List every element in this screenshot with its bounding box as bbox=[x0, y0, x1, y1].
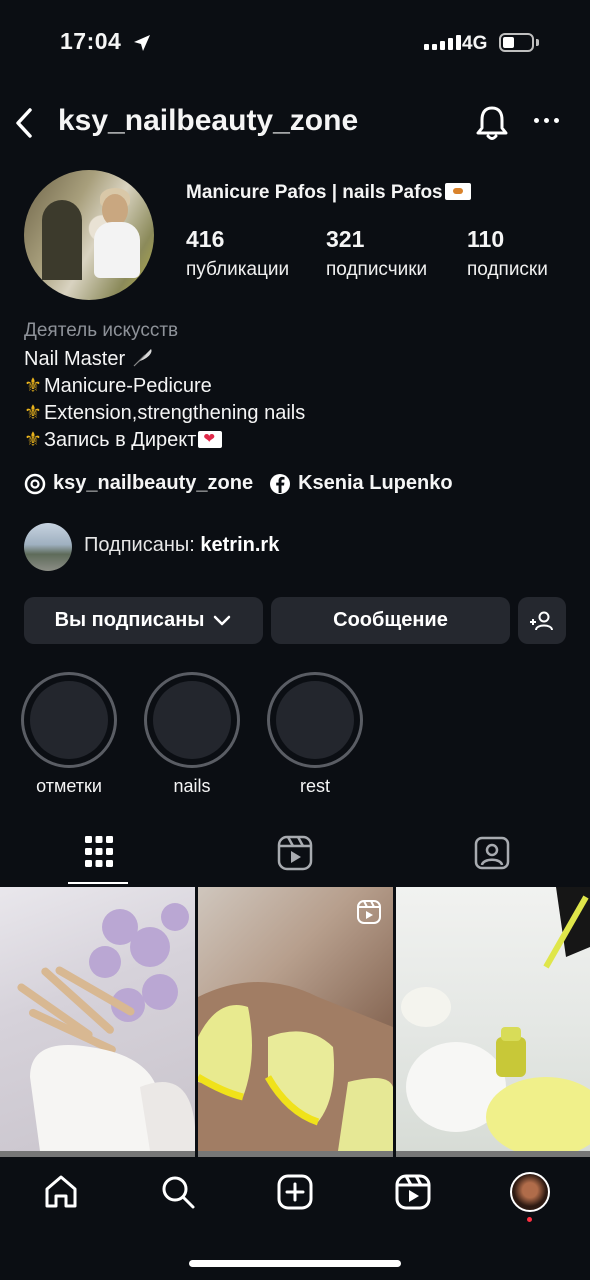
posts-count: 416 bbox=[186, 226, 225, 252]
highlight-item[interactable]: rest bbox=[267, 672, 363, 797]
grid-tab-icon[interactable] bbox=[84, 835, 114, 869]
threads-link[interactable]: ksy_nailbeauty_zone bbox=[53, 472, 253, 495]
posts-label: публикации bbox=[186, 259, 290, 280]
profile-nav-avatar[interactable] bbox=[510, 1172, 550, 1212]
display-name: Manicure Pafos | nails Pafos bbox=[186, 182, 471, 204]
tagged-tab-icon[interactable] bbox=[474, 835, 510, 871]
active-tab-indicator bbox=[68, 882, 128, 884]
message-button[interactable]: Сообщение bbox=[271, 597, 510, 644]
mutual-follower-avatar[interactable] bbox=[24, 523, 72, 571]
network-label: 4G bbox=[462, 33, 488, 54]
feather-icon bbox=[133, 349, 152, 367]
post-thumbnail[interactable] bbox=[0, 887, 195, 1151]
highlight-label: nails bbox=[173, 776, 211, 796]
threads-icon bbox=[24, 473, 46, 495]
fleur-de-lis-icon: ⚜ bbox=[24, 429, 42, 451]
profile-links: ksy_nailbeauty_zone Ksenia Lupenko bbox=[24, 472, 453, 495]
facebook-link[interactable]: Ksenia Lupenko bbox=[298, 472, 452, 495]
followers-label: подписчики bbox=[326, 259, 428, 280]
profile-username: ksy_nailbeauty_zone bbox=[58, 104, 359, 137]
notification-dot bbox=[527, 1217, 532, 1222]
reels-icon[interactable] bbox=[394, 1173, 432, 1211]
profile-category: Деятель искусств bbox=[24, 320, 179, 341]
home-icon[interactable] bbox=[42, 1173, 80, 1211]
cyprus-flag-icon bbox=[444, 183, 471, 200]
love-letter-icon bbox=[198, 430, 223, 448]
back-icon[interactable] bbox=[12, 106, 36, 140]
reel-indicator-icon bbox=[357, 900, 381, 924]
battery-icon bbox=[499, 33, 534, 52]
followers-count: 321 bbox=[326, 226, 365, 252]
highlight-label: отметки bbox=[36, 776, 102, 796]
stat-followers[interactable]: 321 подписчики bbox=[326, 226, 427, 281]
stat-following[interactable]: 110 подписки bbox=[467, 226, 548, 281]
signal-icon bbox=[424, 35, 461, 50]
profile-avatar[interactable] bbox=[24, 170, 154, 300]
following-label: подписки bbox=[467, 259, 548, 280]
bio-line-1: Nail Master bbox=[24, 346, 155, 371]
location-arrow-icon bbox=[134, 35, 150, 51]
suggested-users-button[interactable] bbox=[518, 597, 566, 644]
highlight-label: rest bbox=[299, 776, 330, 796]
reels-tab-icon[interactable] bbox=[277, 835, 313, 871]
add-person-icon bbox=[530, 611, 553, 630]
bell-icon[interactable] bbox=[474, 104, 510, 142]
followed-by-text[interactable]: Подписаны: ketrin.rk bbox=[84, 534, 279, 557]
search-icon[interactable] bbox=[159, 1173, 197, 1211]
more-options-icon[interactable] bbox=[534, 118, 559, 123]
chevron-down-icon bbox=[214, 615, 231, 625]
followed-by-user: ketrin.rk bbox=[200, 534, 280, 556]
highlight-item[interactable]: nails bbox=[144, 672, 240, 797]
bio-line-4: ⚜ Запись в Директ bbox=[24, 427, 223, 452]
bio-line-2: ⚜ Manicure-Pedicure bbox=[24, 375, 212, 397]
following-button[interactable]: Вы подписаны bbox=[24, 597, 263, 644]
home-indicator bbox=[189, 1260, 401, 1267]
bio-line-3: ⚜ Extension,strengthening nails bbox=[24, 402, 306, 424]
following-count: 110 bbox=[467, 226, 505, 252]
status-time: 17:04 bbox=[60, 28, 122, 54]
fleur-de-lis-icon: ⚜ bbox=[24, 375, 42, 397]
stat-posts[interactable]: 416 публикации bbox=[186, 226, 289, 281]
battery-tip bbox=[536, 39, 539, 46]
facebook-icon bbox=[269, 473, 291, 495]
highlight-item[interactable]: отметки bbox=[21, 672, 117, 797]
fleur-de-lis-icon: ⚜ bbox=[24, 402, 42, 424]
create-post-icon[interactable] bbox=[276, 1173, 314, 1211]
post-thumbnail[interactable] bbox=[396, 887, 590, 1151]
post-thumbnail[interactable] bbox=[198, 887, 393, 1151]
